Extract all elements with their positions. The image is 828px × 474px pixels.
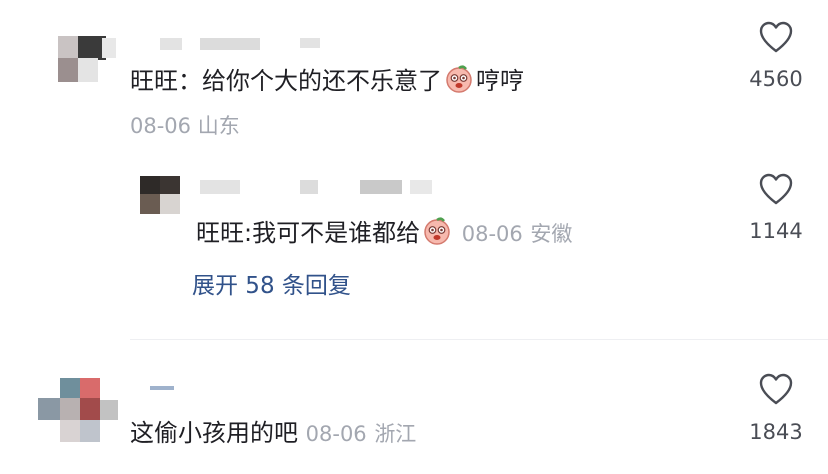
heart-outline-icon[interactable] (758, 20, 794, 54)
username[interactable] (160, 38, 330, 52)
comment-body: 这偷小孩用的吧 (130, 419, 298, 447)
comment-body-tail: 哼哼 (476, 67, 524, 95)
comment-date: 08-06 (130, 114, 192, 138)
comment-text: 这偷小孩用的吧 08-06 浙江 (130, 418, 416, 448)
comment-text: 旺旺：给你个大的还不乐意了 哼哼 (130, 64, 524, 101)
heart-outline-icon[interactable] (758, 172, 794, 206)
like-count: 4560 (749, 67, 803, 91)
comment-location: 山东 (197, 114, 240, 138)
reply-location: 安徽 (530, 222, 573, 246)
comment-body: 旺旺：给你个大的还不乐意了 (130, 67, 442, 95)
reply-text: 旺旺:我可不是谁都给 08-06 安徽 (196, 216, 572, 253)
username[interactable] (150, 386, 174, 392)
like-count: 1144 (749, 219, 803, 243)
comment-location: 浙江 (374, 422, 417, 446)
reply-date: 08-06 (461, 222, 523, 246)
comment-meta: 08-06 山东 (130, 113, 240, 139)
like-count: 1843 (749, 420, 803, 444)
divider (130, 339, 828, 340)
reply-body: 旺旺:我可不是谁都给 (196, 219, 421, 247)
avatar[interactable] (140, 176, 182, 216)
peach-face-emoji-icon (422, 216, 452, 253)
username[interactable] (200, 180, 440, 196)
expand-replies-link[interactable]: 展开 58 条回复 (192, 271, 351, 301)
avatar[interactable] (38, 378, 120, 444)
peach-face-emoji-icon (444, 64, 474, 101)
comment-date: 08-06 (305, 422, 367, 446)
avatar[interactable] (58, 36, 118, 86)
heart-outline-icon[interactable] (758, 372, 794, 406)
